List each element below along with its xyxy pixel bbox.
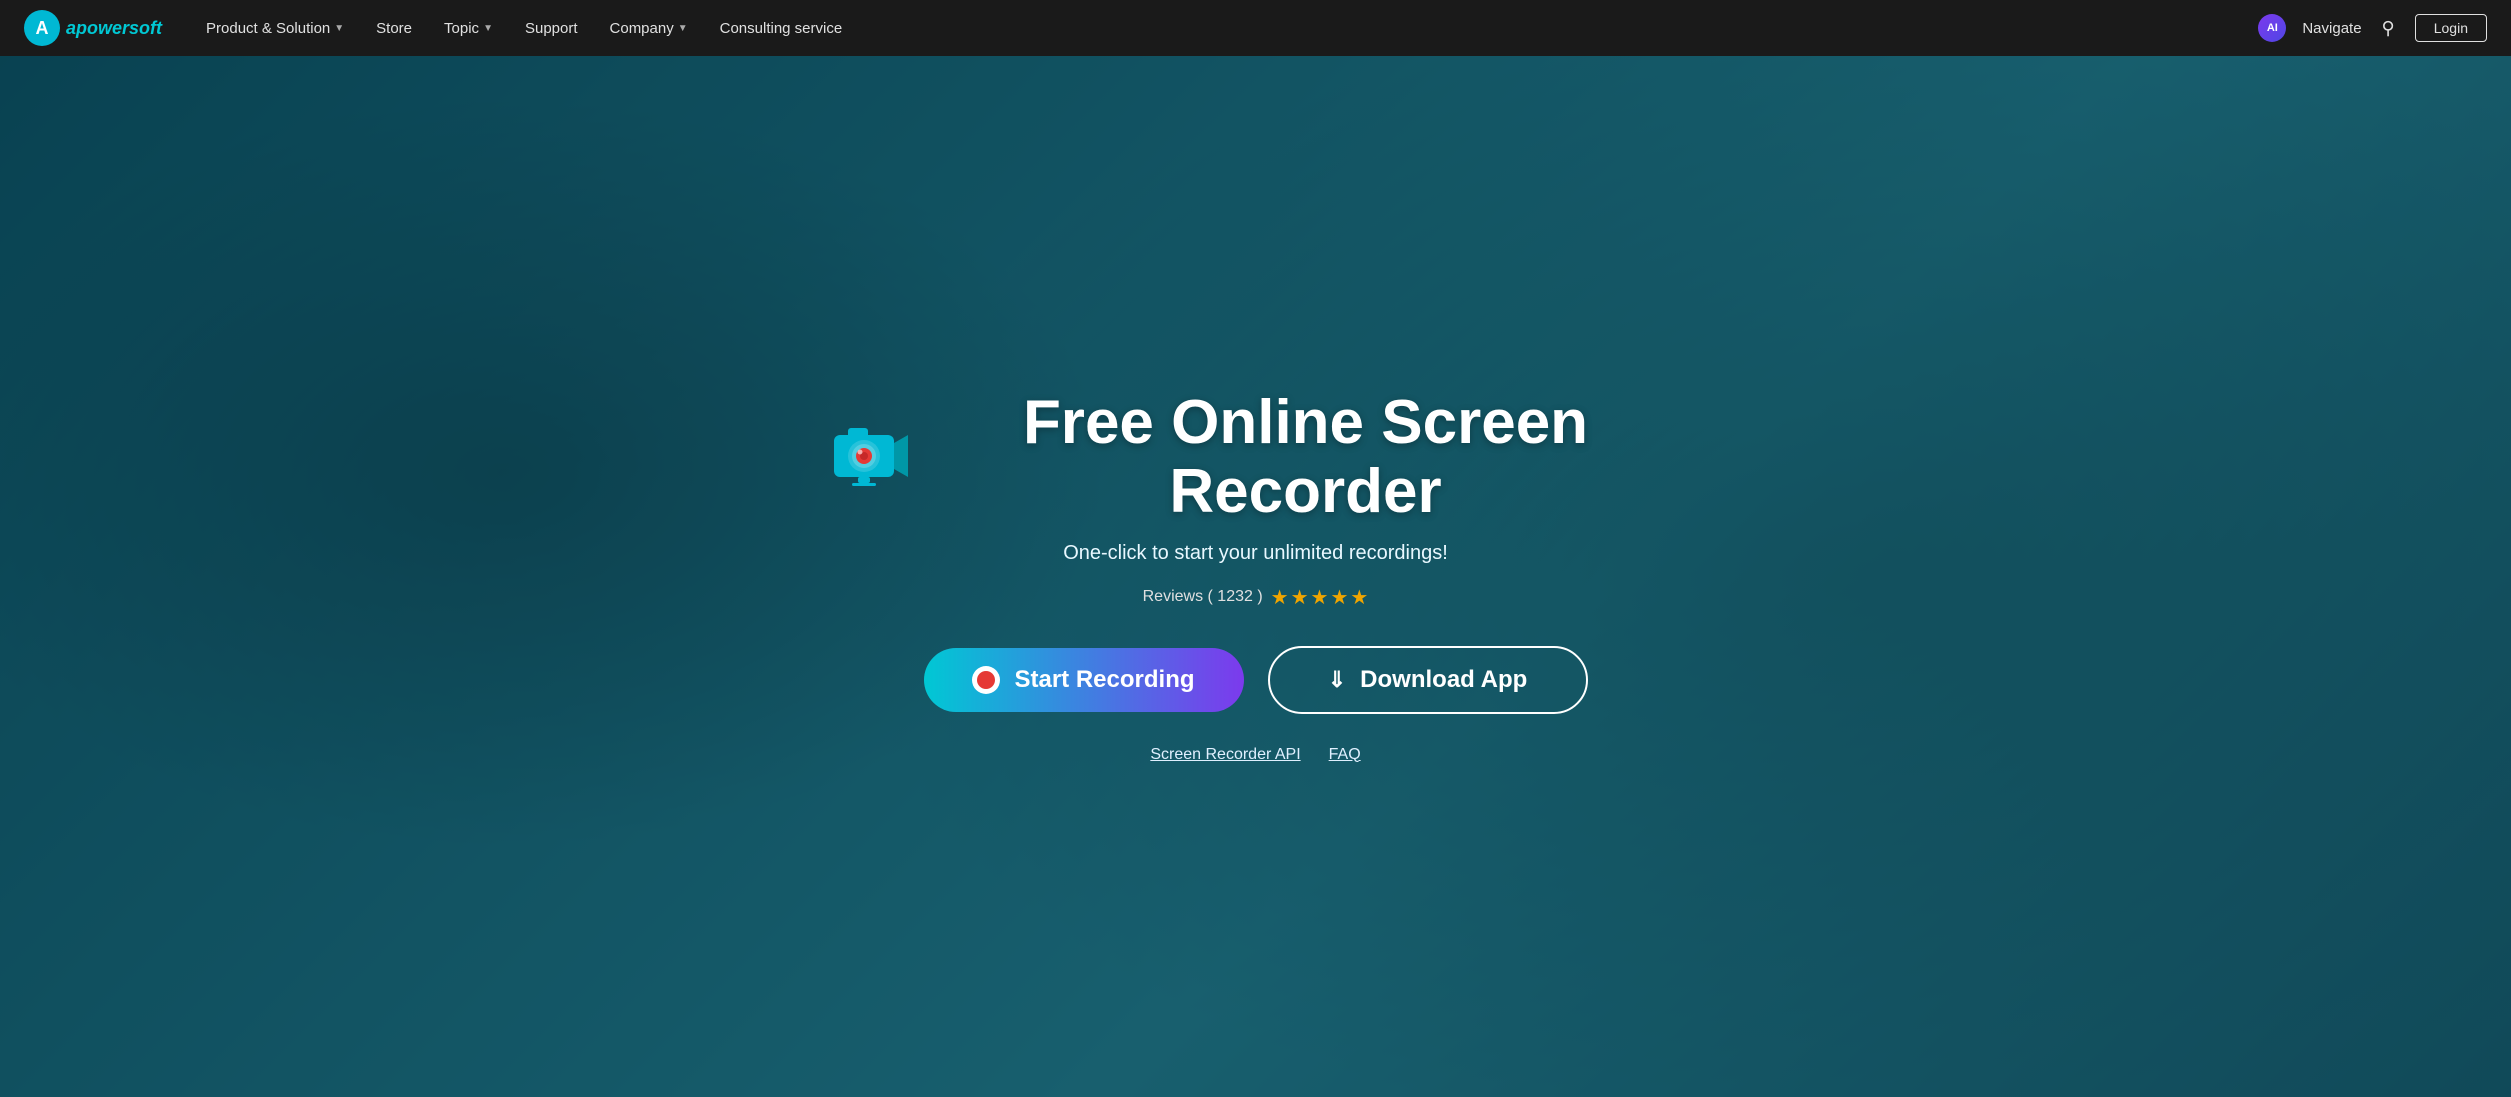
star-1: ★ (1271, 585, 1289, 610)
chevron-down-icon: ▼ (678, 23, 688, 34)
camera-icon (830, 415, 910, 500)
record-dot-icon (972, 666, 1000, 694)
hero-reviews: Reviews ( 1232 ) ★ ★ ★ ★ ★ (830, 585, 1682, 610)
nav-item-product[interactable]: Product & Solution ▼ (194, 14, 356, 43)
navbar: A apowersoft Product & Solution ▼ Store … (0, 0, 2511, 56)
star-3: ★ (1311, 585, 1329, 610)
logo-icon: A (24, 10, 60, 46)
screen-recorder-api-link[interactable]: Screen Recorder API (1150, 746, 1300, 764)
nav-item-consulting[interactable]: Consulting service (708, 14, 855, 43)
logo-link[interactable]: A apowersoft (24, 10, 162, 46)
nav-items: Product & Solution ▼ Store Topic ▼ Suppo… (194, 14, 2258, 43)
hero-title-row: Free Online Screen Recorder (830, 389, 1682, 525)
faq-link[interactable]: FAQ (1329, 746, 1361, 764)
hero-links: Screen Recorder API FAQ (830, 746, 1682, 764)
ai-badge: AI (2258, 14, 2286, 42)
nav-item-store[interactable]: Store (364, 14, 424, 43)
hero-content: Free Online Screen Recorder One-click to… (806, 389, 1706, 763)
hero-buttons: Start Recording ⇓ Download App (830, 646, 1682, 714)
chevron-down-icon: ▼ (483, 23, 493, 34)
nav-right: AI Navigate ⚲ Login (2258, 14, 2487, 43)
reviews-label: Reviews ( 1232 ) (1143, 588, 1263, 606)
star-5: ★ (1350, 585, 1368, 610)
hero-title: Free Online Screen Recorder (930, 389, 1682, 525)
start-recording-button[interactable]: Start Recording (924, 648, 1244, 712)
chevron-down-icon: ▼ (334, 23, 344, 34)
star-4: ★ (1330, 585, 1348, 610)
svg-text:A: A (36, 18, 49, 38)
download-icon: ⇓ (1328, 667, 1346, 693)
nav-item-company[interactable]: Company ▼ (598, 14, 700, 43)
nav-item-support[interactable]: Support (513, 14, 590, 43)
hero-subtitle: One-click to start your unlimited record… (830, 542, 1682, 565)
hero-section: Free Online Screen Recorder One-click to… (0, 56, 2511, 1097)
login-button[interactable]: Login (2415, 14, 2487, 42)
star-rating: ★ ★ ★ ★ ★ (1271, 585, 1369, 610)
navigate-label[interactable]: Navigate (2302, 20, 2361, 37)
logo-text: apowersoft (66, 18, 162, 39)
star-2: ★ (1291, 585, 1309, 610)
search-icon[interactable]: ⚲ (2378, 14, 2399, 43)
download-app-button[interactable]: ⇓ Download App (1268, 646, 1588, 714)
nav-item-topic[interactable]: Topic ▼ (432, 14, 505, 43)
